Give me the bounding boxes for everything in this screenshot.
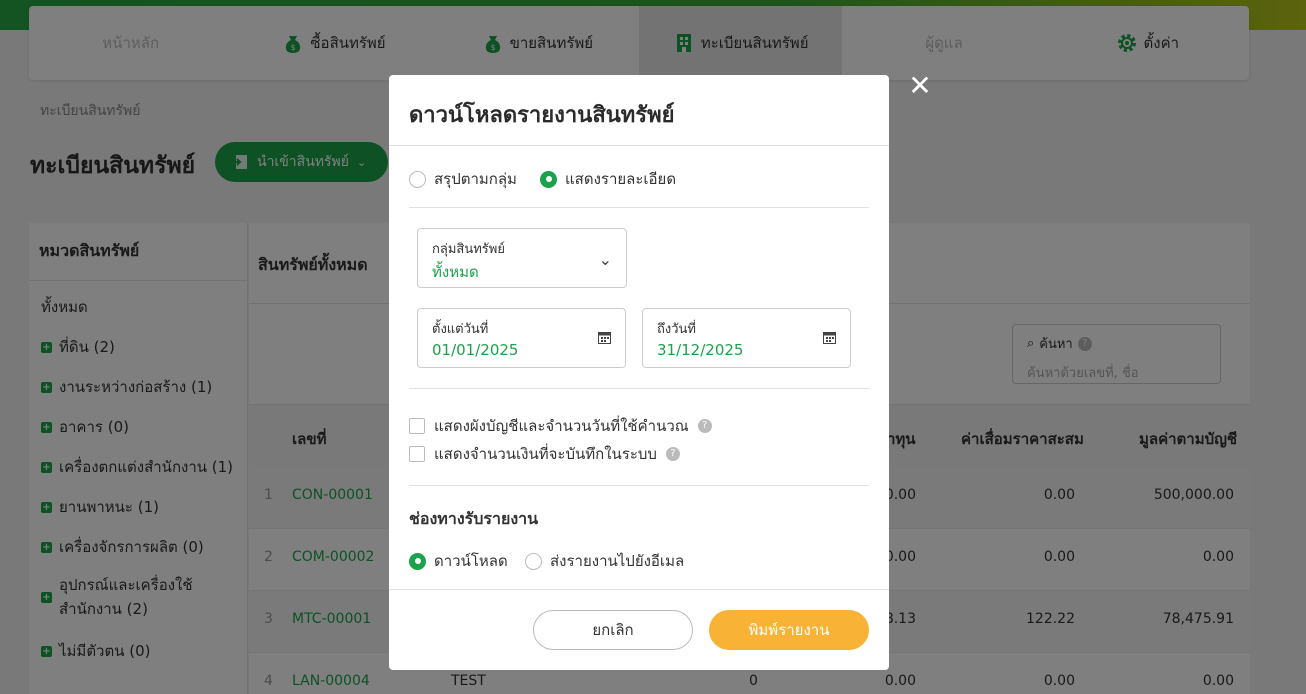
help-icon[interactable]: ? (665, 447, 680, 461)
calendar-icon[interactable] (598, 331, 611, 344)
show-accounts-checkbox[interactable]: แสดงผังบัญชีและจำนวนวันที่ใช้คำนวณ? (409, 414, 712, 438)
radio-download-label: ดาวน์โหลด (434, 552, 508, 570)
download-report-modal: ดาวน์โหลดรายงานสินทรัพย์ สรุปตามกลุ่ม แส… (389, 75, 889, 670)
radio-download[interactable]: ดาวน์โหลด (409, 549, 508, 573)
radio-email-label: ส่งรายงานไปยังอีเมล (550, 552, 685, 570)
radio-circle[interactable] (525, 552, 542, 570)
radio-summary[interactable]: สรุปตามกลุ่ม (409, 167, 517, 191)
field-value: 01/01/2025 (432, 341, 519, 359)
checkbox-box[interactable] (409, 418, 425, 434)
show-recorded-checkbox[interactable]: แสดงจำนวนเงินที่จะบันทึกในระบบ? (409, 442, 680, 466)
checkbox-label: แสดงผังบัญชีและจำนวนวันที่ใช้คำนวณ (434, 417, 689, 435)
divider (409, 207, 869, 208)
checkbox-label: แสดงจำนวนเงินที่จะบันทึกในระบบ (434, 445, 657, 463)
field-value: 31/12/2025 (657, 341, 744, 359)
radio-circle-selected[interactable] (540, 170, 557, 188)
field-label: ถึงวันที่ (657, 322, 696, 337)
radio-detail[interactable]: แสดงรายละเอียด (540, 167, 676, 191)
to-date-field[interactable]: ถึงวันที่ 31/12/2025 (642, 308, 851, 368)
chevron-down-icon: ⌄ (598, 250, 612, 269)
field-label: กลุ่มสินทรัพย์ (432, 242, 505, 257)
channel-title: ช่องทางรับรายงาน (409, 509, 539, 528)
print-report-button[interactable]: พิมพ์รายงาน (709, 610, 869, 650)
calendar-icon[interactable] (823, 331, 836, 344)
divider (409, 485, 869, 486)
radio-circle-selected[interactable] (409, 552, 426, 570)
field-label: ตั้งแต่วันที่ (432, 322, 489, 337)
help-icon[interactable]: ? (697, 419, 712, 433)
radio-detail-label: แสดงรายละเอียด (565, 170, 677, 188)
asset-group-select[interactable]: กลุ่มสินทรัพย์ ทั้งหมด ⌄ (417, 228, 627, 288)
radio-summary-label: สรุปตามกลุ่ม (434, 170, 517, 188)
field-value: ทั้งหมด (432, 263, 479, 281)
radio-email[interactable]: ส่งรายงานไปยังอีเมล (525, 549, 684, 573)
divider (389, 589, 889, 590)
divider (389, 145, 889, 146)
checkbox-box[interactable] (409, 446, 425, 462)
divider (409, 388, 869, 389)
from-date-field[interactable]: ตั้งแต่วันที่ 01/01/2025 (417, 308, 626, 368)
close-icon[interactable]: ✕ (906, 72, 934, 100)
modal-title: ดาวน์โหลดรายงานสินทรัพย์ (409, 103, 675, 128)
cancel-button[interactable]: ยกเลิก (533, 610, 693, 650)
radio-circle[interactable] (409, 170, 426, 188)
